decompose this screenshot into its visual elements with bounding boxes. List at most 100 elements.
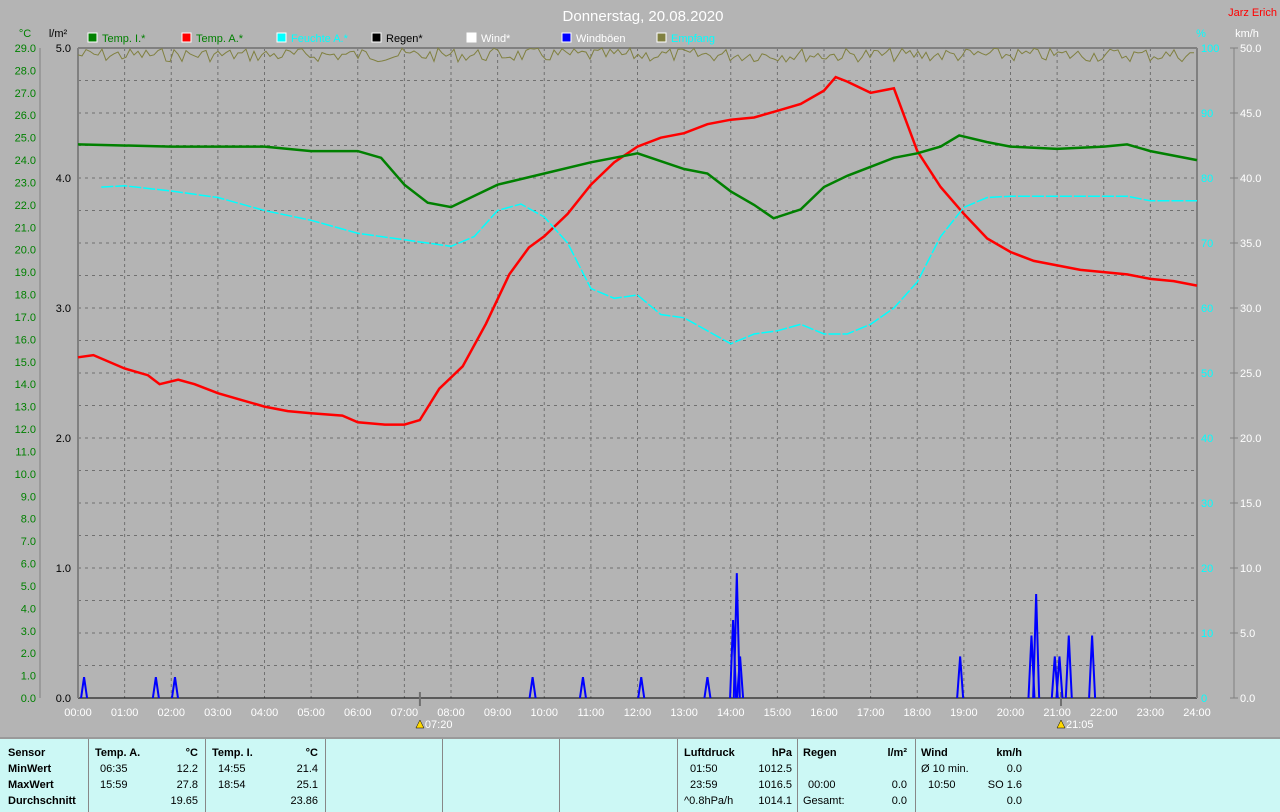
humidity-tick-label: 40: [1201, 433, 1213, 445]
pressure-avg: 1014.1: [758, 795, 792, 807]
wind-tick-label: 40.0: [1240, 173, 1261, 185]
gust-spike: [1088, 635, 1097, 699]
wind-avg: 0.0: [1006, 763, 1022, 775]
statistics-table: Sensor MinWert MaxWert Durchschnitt Temp…: [0, 737, 1280, 812]
sunrise-label: 07:20: [425, 719, 453, 731]
x-tick-label: 16:00: [810, 707, 838, 719]
reception-line: [77, 47, 1194, 64]
temp-i-min-time: 14:55: [218, 763, 246, 775]
temp-a-max: 27.8: [176, 779, 198, 791]
temp-tick-label: 2.0: [21, 648, 36, 660]
gust-spike: [703, 677, 712, 699]
temp-tick-label: 29.0: [15, 43, 36, 55]
temp-tick-label: 19.0: [15, 267, 36, 279]
x-tick-label: 19:00: [950, 707, 978, 719]
temp-tick-label: 10.0: [15, 469, 36, 481]
humidity-axis-unit: %: [1196, 28, 1206, 40]
temp-tick-label: 27.0: [15, 88, 36, 100]
wind-tick-label: 15.0: [1240, 498, 1261, 510]
sensor-header: Sensor: [8, 747, 46, 759]
wind-tick-label: 30.0: [1240, 303, 1261, 315]
wind-tick-label: 5.0: [1240, 628, 1255, 640]
gust-spike: [637, 677, 646, 699]
temp-tick-label: 4.0: [21, 603, 36, 615]
temp-tick-label: 9.0: [21, 491, 36, 503]
x-tick-label: 09:00: [484, 707, 512, 719]
x-tick-label: 22:00: [1090, 707, 1118, 719]
wind-tick-label: 20.0: [1240, 433, 1261, 445]
humidity-tick-label: 60: [1201, 303, 1213, 315]
x-tick-label: 24:00: [1183, 707, 1211, 719]
temp-tick-label: 20.0: [15, 245, 36, 257]
temp-tick-label: 15.0: [15, 357, 36, 369]
temp-tick-label: 22.0: [15, 200, 36, 212]
temp-tick-label: 16.0: [15, 334, 36, 346]
wind-tick-label: 35.0: [1240, 238, 1261, 250]
wind-tick-label: 45.0: [1240, 108, 1261, 120]
temp-tick-label: 21.0: [15, 222, 36, 234]
temp-tick-label: 18.0: [15, 290, 36, 302]
x-tick-label: 04:00: [251, 707, 279, 719]
legend-swatch: [276, 32, 287, 43]
x-tick-label: 08:00: [437, 707, 465, 719]
legend-swatch: [466, 32, 477, 43]
max-row-label: MaxWert: [8, 779, 54, 791]
weather-chart: Donnerstag, 20.08.2020 Jarz Erich °C l/m…: [15, 7, 1277, 731]
x-tick-label: 05:00: [297, 707, 325, 719]
gust-spike: [528, 677, 537, 699]
x-tick-label: 12:00: [624, 707, 652, 719]
legend-label: Empfang: [671, 33, 715, 45]
legend-swatch: [181, 32, 192, 43]
pressure-header: Luftdruck: [684, 747, 735, 759]
gust-spike: [151, 677, 160, 699]
x-tick-label: 10:00: [530, 707, 558, 719]
temp-tick-label: 17.0: [15, 312, 36, 324]
sunset-label: 21:05: [1066, 719, 1094, 731]
x-tick-label: 17:00: [857, 707, 885, 719]
legend: Temp. I.* Temp. A.* Feuchte A.* Regen* Wind*…: [87, 32, 715, 45]
rain-total-label: Gesamt:: [803, 795, 845, 807]
x-tick-label: 14:00: [717, 707, 745, 719]
x-tick-label: 07:00: [391, 707, 419, 719]
temp-axis-unit: °C: [19, 28, 31, 40]
chart-title: Donnerstag, 20.08.2020: [563, 8, 724, 25]
temp-i-unit: °C: [305, 747, 318, 759]
humidity-tick-label: 80: [1201, 173, 1213, 185]
x-tick-label: 20:00: [997, 707, 1025, 719]
pressure-trend: ^0.8hPa/h: [684, 795, 734, 807]
x-tick-label: 23:00: [1137, 707, 1165, 719]
x-tick-label: 18:00: [903, 707, 931, 719]
gust-spike: [80, 677, 89, 699]
rain-tick-label: 5.0: [56, 43, 71, 55]
x-tick-label: 06:00: [344, 707, 372, 719]
temp-tick-label: 13.0: [15, 402, 36, 414]
temp-a-header: Temp. A.: [95, 747, 141, 759]
legend-label: Temp. I.*: [102, 33, 146, 45]
x-tick-label: 03:00: [204, 707, 232, 719]
pressure-min-time: 01:50: [690, 763, 718, 775]
temp-tick-label: 26.0: [15, 110, 36, 122]
temp-tick-label: 25.0: [15, 133, 36, 145]
gust-spike: [1064, 635, 1073, 699]
humidity-tick-label: 70: [1201, 238, 1213, 250]
humidity-tick-label: 20: [1201, 563, 1213, 575]
temp-i-header: Temp. I.: [212, 747, 253, 759]
gust-spike: [1032, 593, 1041, 699]
temp-tick-label: 23.0: [15, 177, 36, 189]
wind-avg-label: Ø 10 min.: [921, 763, 969, 775]
x-tick-label: 01:00: [111, 707, 139, 719]
temp-tick-label: 24.0: [15, 155, 36, 167]
pressure-min: 1012.5: [758, 763, 792, 775]
pressure-max: 1016.5: [758, 779, 792, 791]
x-tick-label: 11:00: [578, 707, 605, 719]
avg-row-label: Durchschnitt: [8, 795, 76, 807]
temp-tick-label: 0.0: [21, 693, 36, 705]
humidity-tick-label: 0: [1201, 693, 1207, 705]
rain-tick-label: 4.0: [56, 173, 71, 185]
legend-label: Temp. A.*: [196, 33, 244, 45]
wind-unit: km/h: [996, 747, 1022, 759]
rain-header: Regen: [803, 747, 837, 759]
temp-tick-label: 6.0: [21, 559, 36, 571]
pressure-max-time: 23:59: [690, 779, 718, 791]
temp-tick-label: 8.0: [21, 514, 36, 526]
